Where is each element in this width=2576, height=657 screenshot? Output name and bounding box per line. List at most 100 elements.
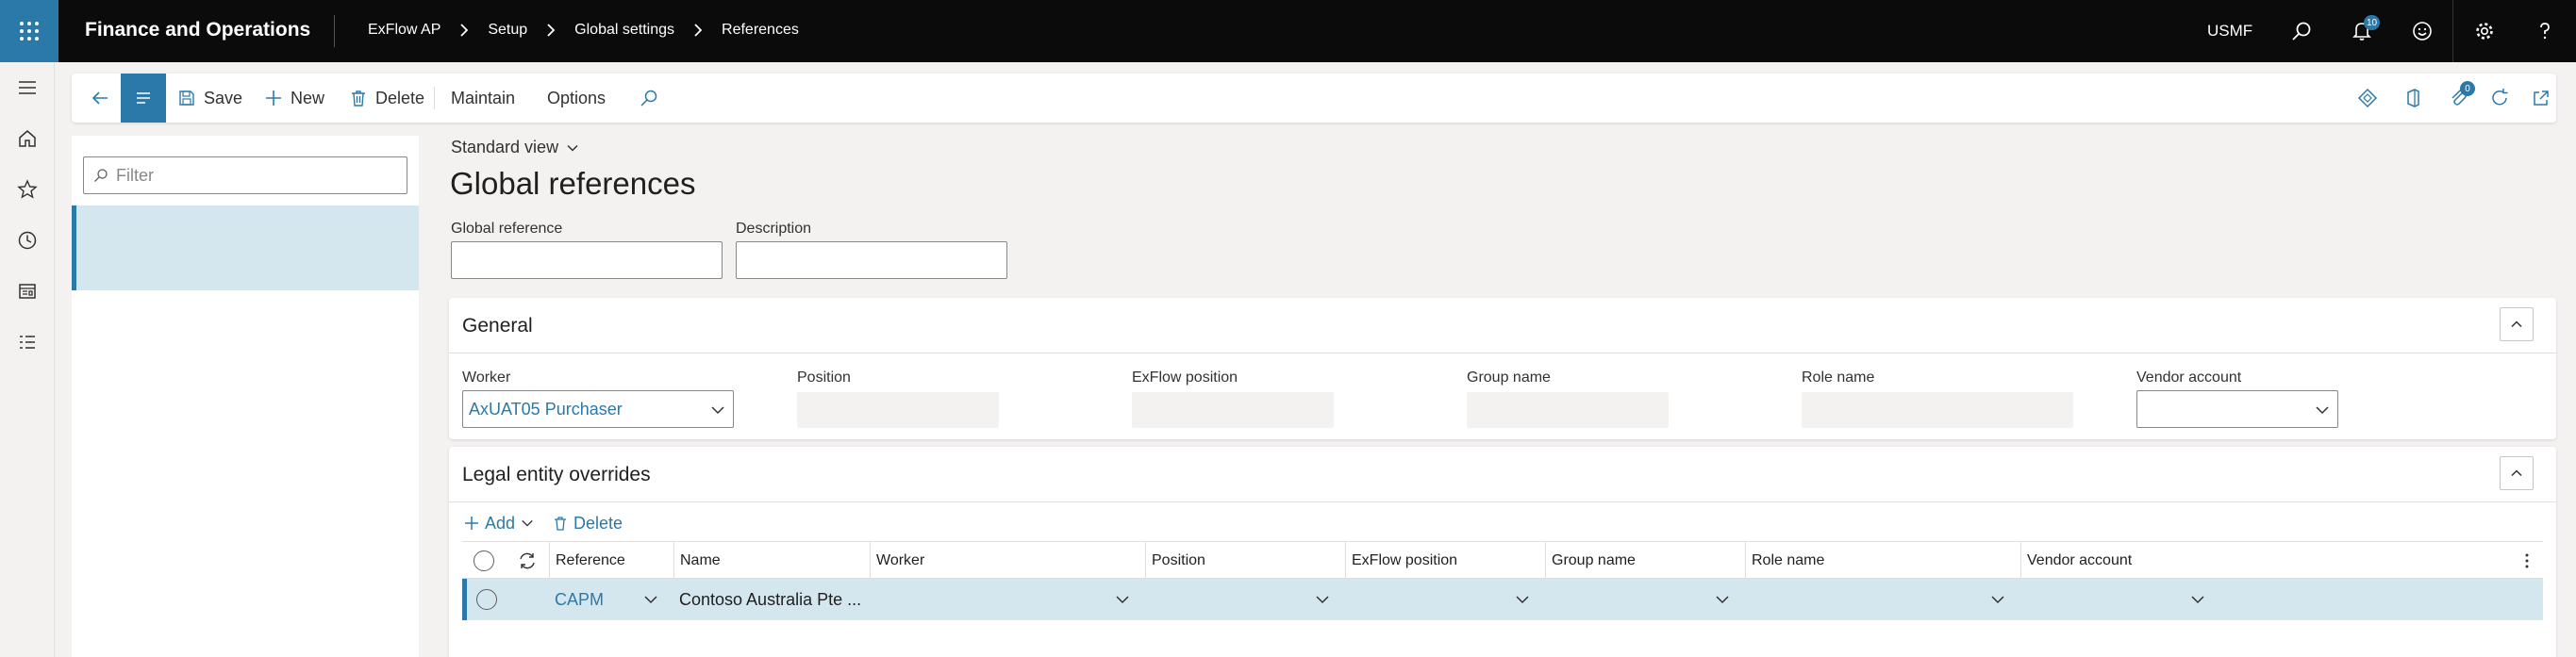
settings-button[interactable] [2454,0,2515,62]
chevron-down-icon [1116,596,1129,604]
open-new-window-button[interactable] [2520,74,2562,123]
delete-button[interactable]: Delete [349,74,424,123]
chevron-up-icon [2511,469,2522,477]
refresh-grid-button[interactable] [506,542,549,580]
chevron-down-icon [1991,596,2004,604]
app-title[interactable]: Finance and Operations [85,19,310,41]
reference-value: CAPM [555,589,605,609]
list-toggle-button[interactable] [121,74,166,123]
row-select-radio [475,589,497,610]
column-header-reference[interactable]: Reference [549,542,673,580]
chevron-down-icon [1716,596,1729,604]
chevron-down-icon [567,144,578,152]
office-button[interactable] [2392,74,2434,123]
column-header-position[interactable]: Position [1145,542,1345,580]
filter-input[interactable]: Filter [83,156,407,194]
column-header-name[interactable]: Name [673,542,870,580]
general-header[interactable]: General [462,315,533,337]
breadcrumb-item-setup[interactable]: Setup [488,22,527,39]
cell-name: Contoso Australia Pte ... [679,589,862,609]
select-all-checkbox[interactable] [462,542,506,580]
grid-toolbar: Add Delete [464,509,641,537]
back-button[interactable] [81,74,119,123]
breadcrumb-item-exflow-ap[interactable]: ExFlow AP [368,22,440,39]
workspace-icon [19,284,36,299]
cell-vendor-account[interactable] [2020,579,2220,620]
save-button[interactable]: Save [177,74,242,123]
collapse-general-button[interactable] [2500,307,2534,341]
help-button[interactable] [2515,0,2575,62]
breadcrumb: ExFlow AP Setup Global settings Referenc… [368,22,799,39]
description-label: Description [736,221,812,237]
group-name-field [1467,392,1669,428]
nav-workspaces-button[interactable] [0,266,55,317]
refresh-icon [520,552,535,569]
cell-role-name[interactable] [1745,579,2020,620]
expand-nav-button[interactable] [0,62,55,113]
options-tab[interactable]: Options [547,74,606,123]
chevron-right-icon [694,24,703,37]
column-header-worker[interactable]: Worker [870,542,1145,580]
list-toggle-icon [137,92,150,104]
breadcrumb-item-global-settings[interactable]: Global settings [574,22,674,39]
grid-delete-label: Delete [573,513,623,533]
nav-home-button[interactable] [0,113,55,164]
nav-recent-button[interactable] [0,215,55,266]
attachments-badge: 0 [2460,81,2475,96]
feedback-button[interactable] [2392,0,2452,62]
grid-delete-button[interactable]: Delete [553,514,623,534]
column-header-group-name[interactable]: Group name [1545,542,1745,580]
role-name-field [1802,392,2073,428]
records-list-pane: Filter [72,136,419,657]
nav-modules-button[interactable] [0,317,55,368]
description-input[interactable] [736,241,1007,279]
column-options-button[interactable] [2511,542,2543,580]
vendor-account-label: Vendor account [2136,370,2242,386]
cell-exflow-position[interactable] [1345,579,1545,620]
search-button[interactable] [2271,0,2332,62]
column-header-role-name[interactable]: Role name [1745,542,2020,580]
filter-placeholder: Filter [116,165,154,185]
trash-icon [555,517,567,531]
cell-reference[interactable]: CAPM [549,579,673,620]
refresh-button[interactable] [2479,74,2520,123]
legal-entity-overrides-header[interactable]: Legal entity overrides [462,464,651,486]
role-name-label: Role name [1802,370,1875,386]
row-select-checkbox[interactable] [467,579,506,620]
cell-group-name[interactable] [1545,579,1745,620]
action-search-button[interactable] [640,74,666,123]
power-apps-button[interactable] [2347,74,2388,123]
more-vertical-icon [2525,553,2529,568]
vendor-account-dropdown[interactable] [2136,390,2338,428]
attachments-button[interactable]: 0 [2437,74,2479,123]
column-header-exflow-position[interactable]: ExFlow position [1345,542,1545,580]
column-header-vendor-account[interactable]: Vendor account [2020,542,2492,580]
view-label: Standard view [451,138,559,156]
diamond-icon [2357,88,2378,108]
divider [2452,0,2453,62]
save-icon [179,90,194,106]
view-selector[interactable]: Standard view [451,138,579,157]
worker-dropdown[interactable]: AxUAT05 Purchaser [462,390,734,428]
save-label: Save [204,88,243,107]
company-picker[interactable]: USMF [2207,0,2252,62]
cell-position[interactable] [1145,579,1345,620]
main-content: Standard view Global references Global r… [432,123,2564,657]
app-launcher-button[interactable] [0,0,58,62]
table-row[interactable]: CAPM Contoso Australia Pte ... [462,579,2543,620]
trash-icon [352,90,365,107]
notifications-button[interactable]: 10 [2332,0,2392,62]
worker-value: AxUAT05 Purchaser [469,399,623,419]
new-button[interactable]: New [264,74,324,123]
list-item-selected[interactable] [72,205,419,290]
collapse-overrides-button[interactable] [2500,456,2534,490]
cell-worker[interactable] [870,579,1145,620]
maintain-tab[interactable]: Maintain [451,74,515,123]
breadcrumb-item-references[interactable]: References [722,22,799,39]
chevron-down-icon [2191,596,2204,604]
global-reference-input[interactable] [451,241,723,279]
divider [449,501,2556,502]
delete-label: Delete [375,88,425,107]
nav-favorites-button[interactable] [0,164,55,215]
add-button[interactable]: Add [464,514,534,534]
